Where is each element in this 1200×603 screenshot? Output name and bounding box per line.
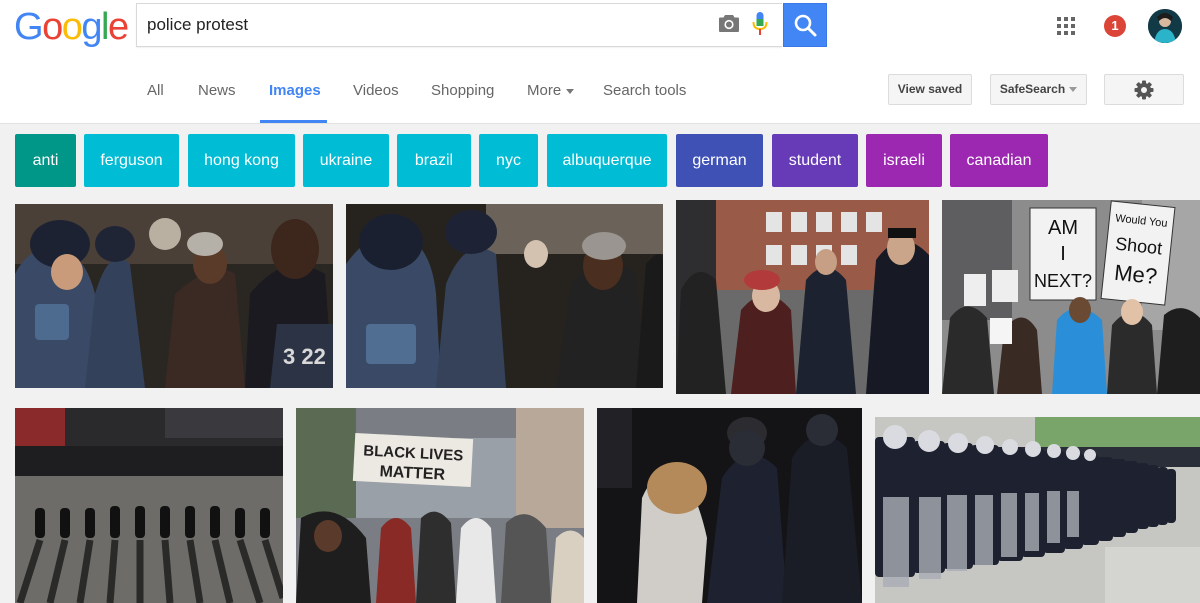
view-saved-button[interactable]: View saved <box>888 74 972 105</box>
tab-videos[interactable]: Videos <box>353 82 399 99</box>
image-result[interactable]: BLACK LIVES MATTER <box>296 408 584 603</box>
chip-student[interactable]: student <box>772 134 858 187</box>
sign-text: Me? <box>1113 260 1158 289</box>
tab-images[interactable]: Images <box>269 82 321 99</box>
avatar[interactable] <box>1148 9 1182 43</box>
chip-canadian[interactable]: canadian <box>950 134 1048 187</box>
chip-albuquerque[interactable]: albuquerque <box>547 134 667 187</box>
safesearch-button[interactable]: SafeSearch <box>990 74 1087 105</box>
logo-letter: o <box>61 6 83 48</box>
tab-shopping[interactable]: Shopping <box>431 82 494 99</box>
apps-grid-icon[interactable] <box>1057 17 1075 35</box>
image-result[interactable] <box>676 200 929 394</box>
chip-anti[interactable]: anti <box>15 134 76 187</box>
image-result[interactable] <box>597 408 862 603</box>
chip-ferguson[interactable]: ferguson <box>84 134 179 187</box>
sign-text: MATTER <box>379 463 446 483</box>
chip-hong-kong[interactable]: hong kong <box>188 134 295 187</box>
protest-photo <box>597 408 862 603</box>
protest-photo <box>875 417 1200 603</box>
search-icon <box>794 14 817 37</box>
avatar-image <box>1148 9 1182 43</box>
image-result[interactable] <box>346 204 663 388</box>
image-result[interactable] <box>15 408 283 603</box>
chip-israeli[interactable]: israeli <box>866 134 942 187</box>
tab-all[interactable]: All <box>147 82 164 99</box>
logo-letter: o <box>42 6 63 48</box>
chip-german[interactable]: german <box>676 134 763 187</box>
sign-text: AM <box>1048 217 1078 239</box>
tab-news[interactable]: News <box>198 82 236 99</box>
protest-photo: 3 22 <box>15 204 333 388</box>
protest-photo <box>15 408 283 603</box>
safesearch-label: SafeSearch <box>999 82 1066 96</box>
search-nav: All News Images Videos Shopping More Sea… <box>0 60 1200 124</box>
sign-text: I <box>1060 243 1066 265</box>
image-result[interactable]: 3 22 <box>15 204 333 388</box>
image-result[interactable] <box>875 417 1200 603</box>
protest-photo <box>676 200 929 394</box>
search-button[interactable] <box>783 3 827 47</box>
logo-letter: G <box>14 6 44 48</box>
search-input[interactable] <box>147 10 707 40</box>
logo-letter: g <box>81 6 102 48</box>
notification-badge[interactable]: 1 <box>1104 15 1126 37</box>
search-tools[interactable]: Search tools <box>603 82 686 99</box>
microphone-icon[interactable] <box>752 11 768 37</box>
settings-button[interactable] <box>1104 74 1184 105</box>
chip-ukraine[interactable]: ukraine <box>303 134 389 187</box>
chevron-down-icon <box>566 88 575 94</box>
tab-more-label: More <box>527 82 562 99</box>
logo-letter: e <box>107 6 129 48</box>
chip-nyc[interactable]: nyc <box>479 134 538 187</box>
chevron-down-icon <box>1069 87 1078 93</box>
protest-photo <box>346 204 663 388</box>
tab-more[interactable]: More <box>527 82 575 99</box>
gear-icon <box>1134 80 1154 100</box>
chip-brazil[interactable]: brazil <box>397 134 471 187</box>
active-tab-indicator <box>260 120 327 123</box>
logo-letter: l <box>100 6 109 48</box>
sign-text: NEXT? <box>1034 271 1092 291</box>
protest-photo: BLACK LIVES MATTER <box>296 408 584 603</box>
google-logo[interactable]: Google <box>14 6 129 48</box>
top-bar: Google 1 <box>0 0 1200 60</box>
protest-photo: AM I NEXT? Would You Shoot Me? <box>942 200 1200 394</box>
svg-text:3 22: 3 22 <box>283 344 326 369</box>
search-box <box>136 3 782 47</box>
camera-icon[interactable] <box>718 13 740 33</box>
image-result[interactable]: AM I NEXT? Would You Shoot Me? <box>942 200 1200 394</box>
